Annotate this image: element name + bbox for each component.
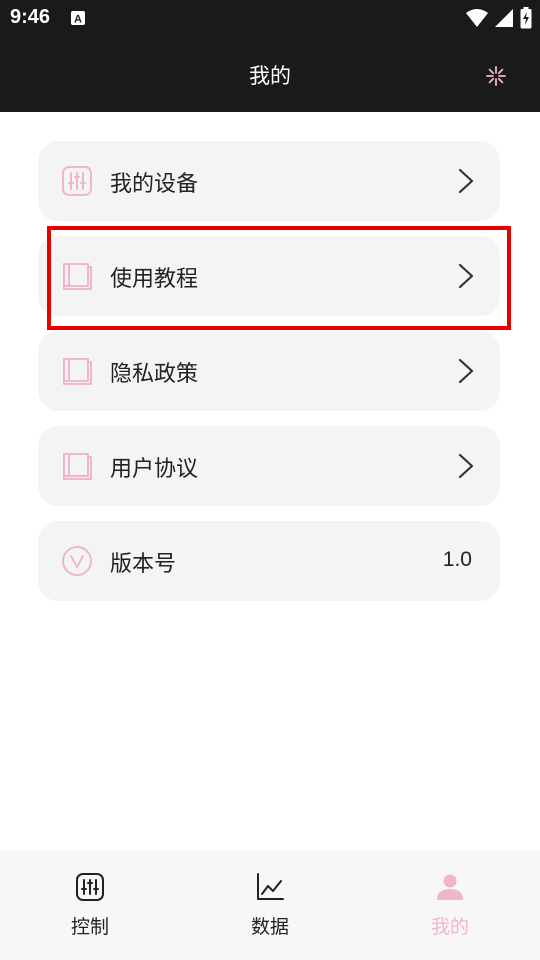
highlight-box bbox=[47, 226, 511, 330]
chevron-right-icon bbox=[458, 168, 474, 194]
tab-data[interactable]: 数据 bbox=[180, 850, 360, 960]
sim-a-icon: A bbox=[71, 11, 85, 26]
book-icon bbox=[63, 358, 92, 385]
status-bar: 9:46 A bbox=[0, 0, 540, 38]
chevron-right-icon bbox=[458, 358, 474, 384]
version-v-icon bbox=[62, 546, 92, 576]
chart-icon bbox=[257, 873, 284, 900]
menu-item-label: 版本号 bbox=[110, 552, 177, 577]
tab-label: 我的 bbox=[430, 916, 469, 938]
menu-item-my-devices[interactable]: 我的设备 bbox=[38, 141, 500, 221]
tab-mine[interactable]: 我的 bbox=[360, 850, 540, 960]
chevron-right-icon bbox=[458, 453, 474, 479]
menu-item-privacy-policy[interactable]: 隐私政策 bbox=[38, 331, 500, 411]
signal-icon bbox=[495, 9, 513, 27]
settings-sparkle-icon[interactable] bbox=[484, 64, 508, 88]
wifi-icon bbox=[466, 9, 488, 27]
tab-label: 控制 bbox=[70, 916, 109, 938]
user-icon bbox=[437, 874, 463, 900]
version-value: 1.0 bbox=[442, 548, 472, 571]
battery-charging-icon bbox=[520, 7, 532, 29]
menu-item-label: 隐私政策 bbox=[110, 362, 199, 387]
app-header: 我的 bbox=[0, 38, 540, 112]
book-icon bbox=[63, 453, 92, 480]
tab-control[interactable]: 控制 bbox=[0, 850, 180, 960]
menu-item-user-agreement[interactable]: 用户协议 bbox=[38, 426, 500, 506]
menu-item-label: 用户协议 bbox=[110, 457, 199, 482]
menu-item-version: 版本号 1.0 bbox=[38, 521, 500, 601]
control-sliders-icon bbox=[76, 873, 104, 901]
menu-item-label: 我的设备 bbox=[110, 172, 199, 197]
svg-text:A: A bbox=[74, 14, 82, 26]
bottom-nav: 控制 数据 我的 bbox=[0, 850, 540, 960]
page-title: 我的 bbox=[249, 64, 291, 88]
tab-label: 数据 bbox=[250, 916, 289, 938]
sliders-icon bbox=[62, 166, 92, 196]
status-time: 9:46 bbox=[10, 6, 51, 28]
